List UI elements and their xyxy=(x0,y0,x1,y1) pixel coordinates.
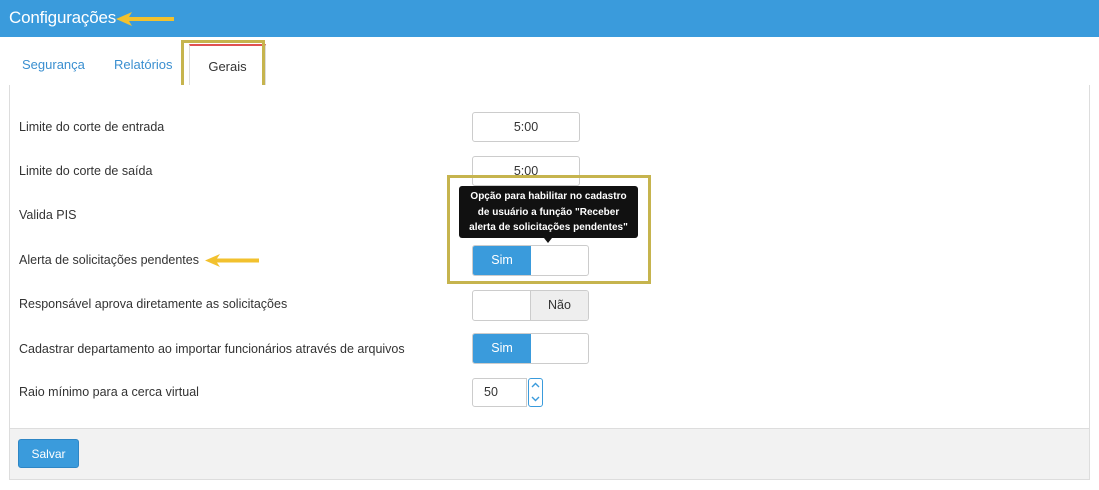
settings-tabs: Segurança Relatórios Gerais xyxy=(9,44,1090,87)
toggle-on-label: Sim xyxy=(473,334,531,363)
arrow-left-icon xyxy=(116,12,174,26)
label-corte-saida: Limite do corte de saída xyxy=(19,164,153,178)
tab-seguranca[interactable]: Segurança xyxy=(22,44,85,85)
chevron-down-icon[interactable] xyxy=(529,393,542,406)
label-valida-pis: Valida PIS xyxy=(19,208,77,222)
panel-footer: Salvar xyxy=(10,428,1089,479)
tab-relatorios[interactable]: Relatórios xyxy=(114,44,173,85)
toggle-off-label: Não xyxy=(530,291,588,320)
save-button[interactable]: Salvar xyxy=(18,439,79,468)
arrow-left-icon xyxy=(205,254,259,267)
raio-minimo-input[interactable]: 50 xyxy=(472,378,527,407)
label-alerta-solicitacoes: Alerta de solicitações pendentes xyxy=(19,253,199,267)
tab-highlight-box xyxy=(181,40,265,89)
label-corte-entrada: Limite do corte de entrada xyxy=(19,120,165,134)
label-cadastrar-departamento: Cadastrar departamento ao importar funci… xyxy=(19,342,405,356)
raio-minimo-spinner xyxy=(528,378,543,407)
toggle-highlight-box xyxy=(447,175,651,284)
page-title: Configurações xyxy=(9,8,117,27)
corte-entrada-input[interactable]: 5:00 xyxy=(472,112,580,142)
label-raio-minimo: Raio mínimo para a cerca virtual xyxy=(19,385,199,399)
chevron-up-icon[interactable] xyxy=(529,379,542,392)
label-responsavel-aprova: Responsável aprova diretamente as solici… xyxy=(19,297,288,311)
responsavel-aprova-toggle[interactable]: Não xyxy=(472,290,589,321)
cadastrar-departamento-toggle[interactable]: Sim xyxy=(472,333,589,364)
